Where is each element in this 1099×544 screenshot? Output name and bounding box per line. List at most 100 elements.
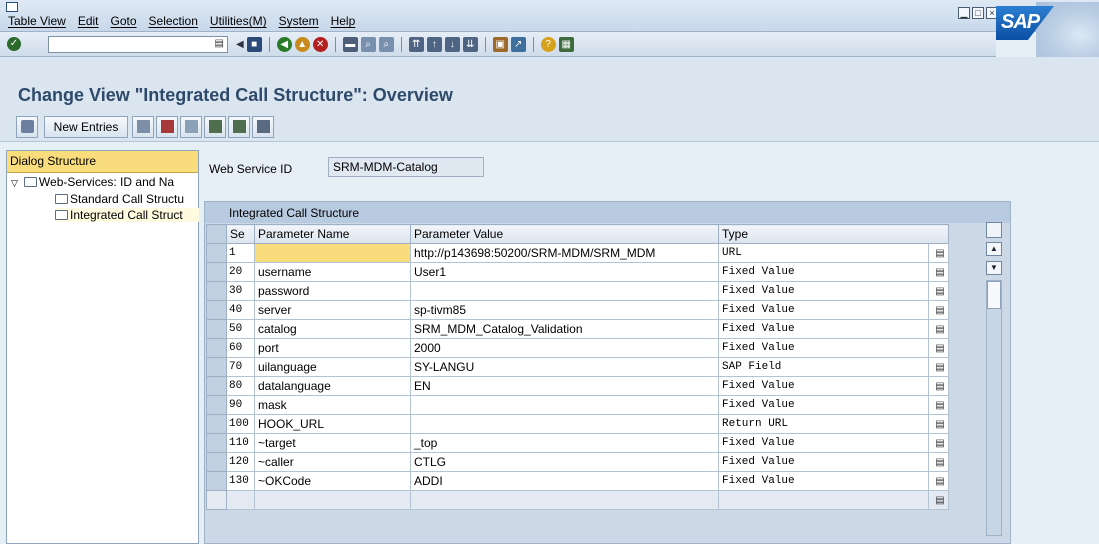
cell-parameter-name[interactable]: uilanguage bbox=[254, 357, 411, 377]
tree-node-web-services[interactable]: ▽ Web-Services: ID and Na bbox=[11, 175, 199, 189]
column-header-type[interactable]: Type bbox=[717, 224, 950, 244]
cell-parameter-name[interactable]: HOOK_URL bbox=[254, 414, 411, 434]
cell-seq[interactable]: 130 bbox=[226, 471, 255, 491]
cell-parameter-name[interactable]: password bbox=[254, 281, 411, 301]
cell-type[interactable] bbox=[718, 490, 929, 510]
select-all-header[interactable] bbox=[206, 224, 227, 244]
cell-seq[interactable]: 120 bbox=[226, 452, 255, 472]
value-help-icon[interactable]: ▤ bbox=[928, 357, 950, 377]
cell-parameter-value[interactable]: EN bbox=[410, 376, 719, 396]
menu-item-help[interactable]: Help bbox=[331, 14, 356, 28]
cell-seq[interactable]: 20 bbox=[226, 262, 255, 282]
value-help-icon[interactable]: ▤ bbox=[928, 281, 950, 301]
cell-parameter-name[interactable]: ~caller bbox=[254, 452, 411, 472]
cell-type[interactable]: Fixed Value bbox=[718, 300, 929, 320]
value-help-icon[interactable]: ▤ bbox=[928, 338, 950, 358]
cell-parameter-name[interactable] bbox=[254, 243, 411, 263]
menu-item-goto[interactable]: Goto bbox=[111, 14, 137, 28]
collapse-icon[interactable]: ◀ bbox=[236, 39, 244, 50]
exit-icon[interactable]: ▲ bbox=[294, 37, 310, 52]
row-selector[interactable] bbox=[206, 319, 227, 339]
next-page-icon[interactable]: ↓ bbox=[444, 37, 460, 52]
print-icon[interactable]: ▬ bbox=[342, 37, 358, 52]
table-row[interactable]: 70 uilanguage SY-LANGU SAP Field ▤ bbox=[206, 357, 991, 377]
cell-seq[interactable]: 70 bbox=[226, 357, 255, 377]
table-row[interactable]: 90 mask Fixed Value ▤ bbox=[206, 395, 991, 415]
select-all-button[interactable] bbox=[204, 116, 226, 138]
system-menu-icon[interactable] bbox=[6, 2, 18, 12]
cell-seq[interactable]: 60 bbox=[226, 338, 255, 358]
table-row[interactable]: 130 ~OKCode ADDI Fixed Value ▤ bbox=[206, 471, 991, 491]
cell-parameter-name[interactable]: ~target bbox=[254, 433, 411, 453]
cell-seq[interactable]: 1 bbox=[226, 243, 255, 263]
table-row[interactable]: 110 ~target _top Fixed Value ▤ bbox=[206, 433, 991, 453]
row-selector[interactable] bbox=[206, 357, 227, 377]
row-selector[interactable] bbox=[206, 452, 227, 472]
cell-type[interactable]: Fixed Value bbox=[718, 395, 929, 415]
table-row[interactable]: 20 username User1 Fixed Value ▤ bbox=[206, 262, 991, 282]
table-row[interactable]: 80 datalanguage EN Fixed Value ▤ bbox=[206, 376, 991, 396]
cell-type[interactable]: Fixed Value bbox=[718, 319, 929, 339]
value-help-icon[interactable]: ▤ bbox=[928, 395, 950, 415]
cell-parameter-value[interactable]: sp-tivm85 bbox=[410, 300, 719, 320]
value-help-icon[interactable]: ▤ bbox=[928, 319, 950, 339]
cell-seq[interactable]: 40 bbox=[226, 300, 255, 320]
cell-type[interactable]: Fixed Value bbox=[718, 452, 929, 472]
cell-parameter-name[interactable] bbox=[254, 490, 411, 510]
cell-parameter-value[interactable] bbox=[410, 281, 719, 301]
value-help-icon[interactable]: ▤ bbox=[928, 300, 950, 320]
cell-parameter-value[interactable] bbox=[410, 490, 719, 510]
first-page-icon[interactable]: ⇈ bbox=[408, 37, 424, 52]
cell-parameter-value[interactable]: SRM_MDM_Catalog_Validation bbox=[410, 319, 719, 339]
command-history-icon[interactable]: ▤ bbox=[215, 38, 224, 49]
value-help-icon[interactable]: ▤ bbox=[928, 433, 950, 453]
scroll-thumb[interactable] bbox=[987, 281, 1001, 309]
column-header-parameter-name[interactable]: Parameter Name bbox=[254, 224, 411, 244]
value-help-icon[interactable]: ▤ bbox=[928, 243, 950, 263]
cell-type[interactable]: Fixed Value bbox=[718, 433, 929, 453]
value-help-icon[interactable]: ▤ bbox=[928, 452, 950, 472]
cell-type[interactable]: Fixed Value bbox=[718, 376, 929, 396]
maximize-icon[interactable]: □ bbox=[972, 7, 984, 19]
column-layout-icon[interactable] bbox=[986, 222, 1002, 238]
last-page-icon[interactable]: ⇊ bbox=[462, 37, 478, 52]
cell-type[interactable]: URL bbox=[718, 243, 929, 263]
table-row[interactable]: ▤ bbox=[206, 490, 991, 510]
cell-parameter-value[interactable] bbox=[410, 395, 719, 415]
undo-change-button[interactable] bbox=[180, 116, 202, 138]
delete-button[interactable] bbox=[156, 116, 178, 138]
cell-parameter-value[interactable]: _top bbox=[410, 433, 719, 453]
table-row[interactable]: 120 ~caller CTLG Fixed Value ▤ bbox=[206, 452, 991, 472]
cell-type[interactable]: Fixed Value bbox=[718, 471, 929, 491]
table-row[interactable]: 50 catalog SRM_MDM_Catalog_Validation Fixed… bbox=[206, 319, 991, 339]
customize-layout-icon[interactable]: ▦ bbox=[558, 37, 574, 52]
cell-parameter-value[interactable]: CTLG bbox=[410, 452, 719, 472]
cell-type[interactable]: Fixed Value bbox=[718, 338, 929, 358]
find-icon[interactable]: ⌕ bbox=[360, 37, 376, 52]
row-selector[interactable] bbox=[206, 338, 227, 358]
value-help-icon[interactable]: ▤ bbox=[928, 490, 950, 510]
table-row[interactable]: 40 server sp-tivm85 Fixed Value ▤ bbox=[206, 300, 991, 320]
cancel-icon[interactable]: ✕ bbox=[312, 37, 328, 52]
row-selector[interactable] bbox=[206, 243, 227, 263]
scroll-up-icon[interactable]: ▲ bbox=[986, 242, 1002, 256]
row-selector[interactable] bbox=[206, 300, 227, 320]
back-icon[interactable]: ◀ bbox=[276, 37, 292, 52]
command-field[interactable]: ▤ bbox=[48, 36, 228, 53]
cell-type[interactable]: Return URL bbox=[718, 414, 929, 434]
cell-parameter-name[interactable]: ~OKCode bbox=[254, 471, 411, 491]
cell-parameter-name[interactable]: port bbox=[254, 338, 411, 358]
menu-item-edit[interactable]: Edit bbox=[78, 14, 99, 28]
cell-seq[interactable]: 100 bbox=[226, 414, 255, 434]
value-help-icon[interactable]: ▤ bbox=[928, 414, 950, 434]
value-help-icon[interactable]: ▤ bbox=[928, 376, 950, 396]
display-change-button[interactable] bbox=[16, 116, 38, 138]
previous-page-icon[interactable]: ↑ bbox=[426, 37, 442, 52]
cell-parameter-name[interactable]: server bbox=[254, 300, 411, 320]
help-icon[interactable]: ? bbox=[540, 37, 556, 52]
cell-type[interactable]: SAP Field bbox=[718, 357, 929, 377]
cell-parameter-name[interactable]: username bbox=[254, 262, 411, 282]
cell-parameter-value[interactable]: SY-LANGU bbox=[410, 357, 719, 377]
tree-node-integrated-call[interactable]: Integrated Call Struct bbox=[55, 208, 199, 222]
cell-parameter-name[interactable]: datalanguage bbox=[254, 376, 411, 396]
